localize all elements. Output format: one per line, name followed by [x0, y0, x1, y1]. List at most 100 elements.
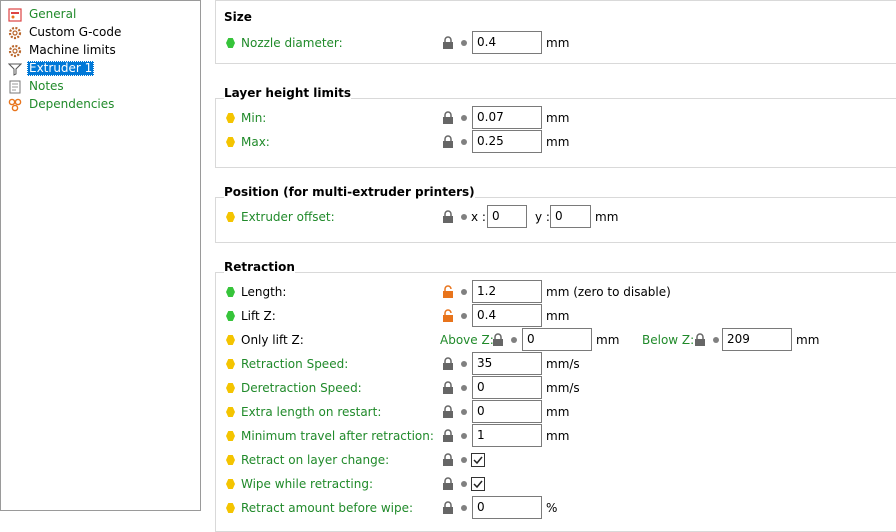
lock-icon[interactable]	[442, 210, 454, 224]
retract-before-wipe-label: Retract amount before wipe:	[241, 501, 414, 515]
retraction-speed-row: Retraction Speed:	[226, 353, 348, 375]
speed-unit: mm/s	[546, 357, 580, 371]
retraction-group-title: Retraction	[224, 260, 295, 274]
reset-dot[interactable]	[461, 409, 467, 415]
modified-value-icon	[226, 383, 235, 393]
above-z-input[interactable]: 0	[522, 328, 592, 351]
sidebar-item-label: Custom G-code	[29, 25, 122, 39]
layer-height-group-title: Layer height limits	[224, 86, 351, 100]
before-wipe-unit: %	[546, 501, 558, 515]
reset-dot[interactable]	[461, 433, 467, 439]
lock-icon[interactable]	[442, 111, 454, 125]
system-value-icon	[226, 287, 235, 297]
lock-icon[interactable]	[442, 405, 454, 419]
extra-length-input[interactable]: 0	[472, 400, 542, 423]
min-layer-height-input[interactable]: 0.07	[472, 106, 542, 129]
dependencies-icon	[7, 97, 22, 112]
gear-icon	[7, 43, 22, 58]
reset-dot[interactable]	[461, 289, 467, 295]
max-layer-height-row: Max:	[226, 131, 270, 153]
lock-icon[interactable]	[442, 477, 454, 491]
nozzle-diameter-input[interactable]: 0.4	[472, 31, 542, 54]
reset-dot[interactable]	[461, 40, 467, 46]
retraction-length-input[interactable]: 1.2	[472, 280, 542, 303]
lock-icon[interactable]	[442, 36, 454, 50]
lock-icon[interactable]	[442, 453, 454, 467]
retract-layer-change-row: Retract on layer change:	[226, 449, 389, 471]
min-travel-row: Minimum travel after retraction:	[226, 425, 434, 447]
min-travel-input[interactable]: 1	[472, 424, 542, 447]
sidebar-item-extruder-1[interactable]: Extruder 1	[7, 60, 95, 77]
extra-length-label: Extra length on restart:	[241, 405, 382, 419]
sidebar-item-label: Machine limits	[29, 43, 116, 57]
retraction-speed-input[interactable]: 35	[472, 352, 542, 375]
gear-icon	[7, 25, 22, 40]
position-group-title: Position (for multi-extruder printers)	[224, 185, 475, 199]
lock-icon[interactable]	[492, 333, 504, 347]
modified-value-icon	[226, 113, 235, 123]
retract-before-wipe-input[interactable]: 0	[472, 496, 542, 519]
reset-dot[interactable]	[461, 214, 467, 220]
offset-y-input[interactable]: 0	[550, 205, 591, 228]
sidebar-item-machine-limits[interactable]: Machine limits	[7, 42, 118, 59]
offset-x-input[interactable]: 0	[487, 205, 527, 228]
min-layer-height-row: Min:	[226, 107, 266, 129]
lock-icon[interactable]	[694, 333, 706, 347]
retraction-length-row: Length:	[226, 281, 286, 303]
length-unit: mm (zero to disable)	[546, 285, 671, 299]
modified-value-icon	[226, 212, 235, 222]
max-layer-height-input[interactable]: 0.25	[472, 130, 542, 153]
modified-value-icon	[226, 503, 235, 513]
above-z-unit: mm	[596, 333, 620, 347]
max-label: Max:	[241, 135, 270, 149]
reset-dot[interactable]	[461, 361, 467, 367]
lock-icon[interactable]	[442, 429, 454, 443]
below-z-input[interactable]: 209	[722, 328, 792, 351]
lock-icon[interactable]	[442, 135, 454, 149]
lift-z-unit: mm	[546, 309, 570, 323]
below-z-label: Below Z:	[642, 333, 695, 347]
extruder-offset-row: Extruder offset:	[226, 206, 335, 228]
max-unit: mm	[546, 135, 570, 149]
modified-value-icon	[226, 479, 235, 489]
modified-value-icon	[226, 431, 235, 441]
general-icon	[7, 7, 22, 22]
wipe-row: Wipe while retracting:	[226, 473, 373, 495]
sidebar-item-label: Notes	[29, 79, 64, 93]
unlocked-icon[interactable]	[442, 309, 454, 323]
reset-dot[interactable]	[713, 337, 719, 343]
retract-layer-change-label: Retract on layer change:	[241, 453, 390, 467]
nozzle-diameter-label: Nozzle diameter:	[241, 36, 343, 50]
extra-length-row: Extra length on restart:	[226, 401, 381, 423]
reset-dot[interactable]	[461, 139, 467, 145]
retract-before-wipe-row: Retract amount before wipe:	[226, 497, 413, 519]
min-label: Min:	[241, 111, 267, 125]
retract-layer-change-checkbox[interactable]	[471, 453, 485, 467]
lift-z-input[interactable]: 0.4	[472, 304, 542, 327]
reset-dot[interactable]	[461, 457, 467, 463]
only-lift-z-label: Only lift Z:	[241, 333, 304, 347]
reset-dot[interactable]	[461, 115, 467, 121]
extruder-offset-label: Extruder offset:	[241, 210, 335, 224]
reset-dot[interactable]	[461, 385, 467, 391]
offset-x-label: x :	[471, 210, 486, 224]
system-value-icon	[226, 311, 235, 321]
lock-icon[interactable]	[442, 357, 454, 371]
sidebar-item-notes[interactable]: Notes	[7, 78, 66, 95]
reset-dot[interactable]	[461, 481, 467, 487]
lock-icon[interactable]	[442, 381, 454, 395]
wipe-checkbox[interactable]	[471, 477, 485, 491]
sidebar-item-custom-gcode[interactable]: Custom G-code	[7, 24, 123, 41]
only-lift-z-row: Only lift Z:	[226, 329, 304, 351]
reset-dot[interactable]	[511, 337, 517, 343]
deretraction-speed-input[interactable]: 0	[472, 376, 542, 399]
min-travel-label: Minimum travel after retraction:	[241, 429, 434, 443]
unlocked-icon[interactable]	[442, 285, 454, 299]
sidebar-item-general[interactable]: General	[7, 6, 78, 23]
deretraction-speed-label: Deretraction Speed:	[241, 381, 362, 395]
lock-icon[interactable]	[442, 501, 454, 515]
retraction-speed-label: Retraction Speed:	[241, 357, 349, 371]
reset-dot[interactable]	[461, 505, 467, 511]
reset-dot[interactable]	[461, 313, 467, 319]
sidebar-item-dependencies[interactable]: Dependencies	[7, 96, 116, 113]
